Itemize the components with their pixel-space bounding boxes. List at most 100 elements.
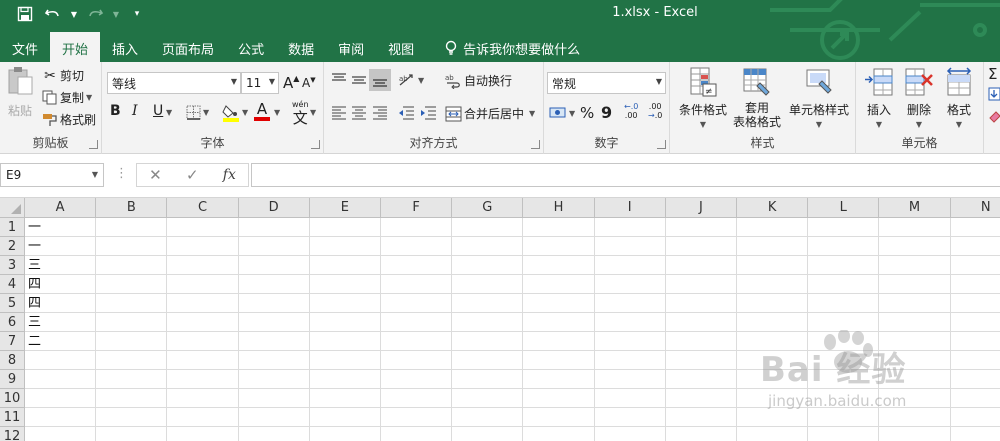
cell-d11[interactable]: [238, 408, 310, 427]
tab-page-layout[interactable]: 页面布局: [150, 34, 226, 62]
cell-g7[interactable]: [452, 332, 524, 351]
tab-home[interactable]: 开始: [50, 32, 101, 62]
row-header-11[interactable]: 11: [0, 408, 25, 427]
underline-button[interactable]: U: [153, 103, 163, 119]
cell-g2[interactable]: [452, 237, 524, 256]
cell-d7[interactable]: [238, 332, 310, 351]
cell-n5[interactable]: [950, 294, 1000, 313]
cell-j3[interactable]: [665, 256, 737, 275]
cell-l9[interactable]: [808, 370, 880, 389]
percent-button[interactable]: %: [580, 104, 594, 122]
row-header-12[interactable]: 12: [0, 427, 25, 441]
cell-a8[interactable]: [25, 351, 97, 370]
cell-j11[interactable]: [665, 408, 737, 427]
cancel-icon[interactable]: ✕: [149, 166, 162, 184]
underline-dropdown-icon[interactable]: ▼: [166, 108, 172, 117]
cell-a1[interactable]: 一: [25, 218, 97, 237]
cell-f11[interactable]: [381, 408, 453, 427]
cell-i4[interactable]: [594, 275, 666, 294]
tab-review[interactable]: 审阅: [326, 34, 376, 62]
cell-e2[interactable]: [309, 237, 381, 256]
number-launcher-icon[interactable]: [657, 140, 666, 149]
cell-m11[interactable]: [879, 408, 951, 427]
cell-a2[interactable]: 一: [25, 237, 97, 256]
cell-m7[interactable]: [879, 332, 951, 351]
tab-formulas[interactable]: 公式: [226, 34, 276, 62]
cell-b11[interactable]: [96, 408, 168, 427]
cell-m2[interactable]: [879, 237, 951, 256]
cell-f8[interactable]: [381, 351, 453, 370]
cell-a10[interactable]: [25, 389, 97, 408]
cell-k6[interactable]: [737, 313, 809, 332]
cell-d8[interactable]: [238, 351, 310, 370]
cell-b4[interactable]: [96, 275, 168, 294]
format-painter-button[interactable]: 格式刷: [42, 111, 96, 128]
cell-n8[interactable]: [950, 351, 1000, 370]
autosum-icon[interactable]: Σ: [988, 65, 997, 83]
cell-i3[interactable]: [594, 256, 666, 275]
cell-c8[interactable]: [167, 351, 239, 370]
cell-g5[interactable]: [452, 294, 524, 313]
cell-f4[interactable]: [381, 275, 453, 294]
cell-f5[interactable]: [381, 294, 453, 313]
align-middle-icon[interactable]: [351, 72, 367, 88]
cell-b3[interactable]: [96, 256, 168, 275]
cell-l11[interactable]: [808, 408, 880, 427]
cell-n1[interactable]: [950, 218, 1000, 237]
cell-h3[interactable]: [523, 256, 595, 275]
column-header-n[interactable]: N: [950, 198, 1000, 218]
align-top-icon[interactable]: [331, 72, 347, 88]
cell-h4[interactable]: [523, 275, 595, 294]
cell-i10[interactable]: [594, 389, 666, 408]
column-header-i[interactable]: I: [594, 198, 666, 218]
cell-m6[interactable]: [879, 313, 951, 332]
cell-a12[interactable]: [25, 427, 97, 441]
cell-h12[interactable]: [523, 427, 595, 441]
cell-g10[interactable]: [452, 389, 524, 408]
cell-a5[interactable]: 四: [25, 294, 97, 313]
cell-e11[interactable]: [309, 408, 381, 427]
borders-button[interactable]: ▼: [186, 105, 209, 120]
cell-e12[interactable]: [310, 427, 381, 441]
cell-g4[interactable]: [452, 275, 524, 294]
column-header-d[interactable]: D: [238, 198, 310, 218]
cell-l4[interactable]: [808, 275, 880, 294]
cell-i9[interactable]: [594, 370, 666, 389]
cell-b6[interactable]: [96, 313, 168, 332]
cell-j2[interactable]: [665, 237, 737, 256]
cell-i1[interactable]: [594, 218, 666, 237]
cell-g9[interactable]: [452, 370, 524, 389]
cell-d2[interactable]: [238, 237, 310, 256]
cell-h11[interactable]: [523, 408, 595, 427]
cell-j10[interactable]: [665, 389, 737, 408]
cell-m12[interactable]: [879, 427, 951, 441]
clipboard-launcher-icon[interactable]: [89, 140, 98, 149]
cell-h7[interactable]: [523, 332, 595, 351]
cell-m1[interactable]: [879, 218, 951, 237]
align-center-icon[interactable]: [351, 105, 367, 121]
cell-n7[interactable]: [950, 332, 1000, 351]
cell-e10[interactable]: [309, 389, 381, 408]
cell-h6[interactable]: [523, 313, 595, 332]
cell-n12[interactable]: [951, 427, 1000, 441]
cell-d9[interactable]: [238, 370, 310, 389]
align-bottom-icon[interactable]: [369, 69, 391, 91]
cell-j12[interactable]: [666, 427, 737, 441]
decrease-indent-icon[interactable]: [397, 105, 415, 121]
column-header-b[interactable]: B: [96, 198, 168, 218]
cell-a7[interactable]: 二: [25, 332, 97, 351]
tab-insert[interactable]: 插入: [100, 34, 150, 62]
cell-f12[interactable]: [381, 427, 453, 441]
select-all-button[interactable]: [0, 198, 25, 218]
column-header-l[interactable]: L: [808, 198, 880, 218]
cell-n11[interactable]: [950, 408, 1000, 427]
formula-bar-grip-icon[interactable]: ⋮: [115, 166, 128, 181]
insert-cells-button[interactable]: 插入 ▼: [860, 67, 898, 129]
cell-k4[interactable]: [737, 275, 809, 294]
cell-j8[interactable]: [665, 351, 737, 370]
number-format-select[interactable]: 常规 ▼: [547, 72, 666, 94]
cell-g6[interactable]: [452, 313, 524, 332]
cell-m8[interactable]: [879, 351, 951, 370]
row-header-10[interactable]: 10: [0, 389, 25, 408]
cell-a9[interactable]: [25, 370, 97, 389]
